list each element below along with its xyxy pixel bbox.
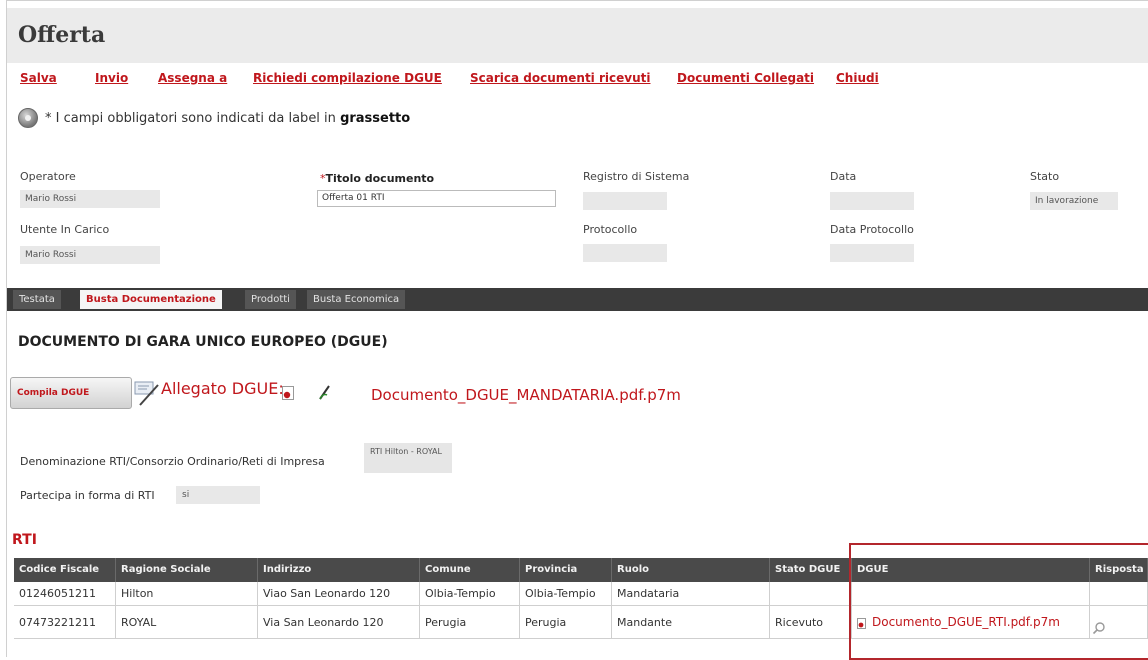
data-protocollo-field bbox=[830, 244, 914, 262]
column-header[interactable]: DGUE bbox=[852, 558, 1090, 582]
info-bold-text: grassetto bbox=[340, 111, 411, 126]
table-cell: Viao San Leonardo 120 bbox=[258, 582, 420, 606]
registro-label: Registro di Sistema bbox=[583, 170, 690, 183]
titolo-label-text: Titolo documento bbox=[325, 172, 435, 185]
table-cell: Hilton bbox=[116, 582, 258, 606]
rti-table: Codice Fiscale Ragione Sociale Indirizzo… bbox=[14, 558, 1148, 654]
compile-dgue-icon[interactable] bbox=[134, 379, 160, 407]
table-cell: Via San Leonardo 120 bbox=[258, 606, 420, 639]
table-cell: Perugia bbox=[520, 606, 612, 639]
pdf-icon[interactable] bbox=[282, 386, 294, 400]
dgue-section-title: DOCUMENTO DI GARA UNICO EUROPEO (DGUE) bbox=[18, 334, 388, 350]
data-label: Data bbox=[830, 170, 857, 183]
column-header[interactable]: Stato DGUE bbox=[770, 558, 852, 582]
column-header[interactable]: Risposta bbox=[1090, 558, 1148, 582]
tab-busta-economica[interactable]: Busta Economica bbox=[307, 290, 406, 309]
column-header[interactable]: Ragione Sociale bbox=[116, 558, 258, 582]
operatore-label: Operatore bbox=[20, 170, 76, 183]
tab-bar: Testata Busta Documentazione Prodotti Bu… bbox=[7, 288, 1148, 311]
partecipa-label: Partecipa in forma di RTI bbox=[20, 489, 155, 502]
download-docs-link[interactable]: Scarica documenti ricevuti bbox=[470, 71, 650, 85]
column-header[interactable]: Provincia bbox=[520, 558, 612, 582]
table-cell: ROYAL bbox=[116, 606, 258, 639]
denominazione-field: RTI Hilton - ROYAL bbox=[364, 443, 452, 473]
table-cell bbox=[1090, 582, 1148, 606]
assign-link[interactable]: Assegna a bbox=[158, 71, 227, 85]
column-header[interactable]: Indirizzo bbox=[258, 558, 420, 582]
protocollo-field bbox=[583, 244, 667, 262]
close-link[interactable]: Chiudi bbox=[836, 71, 879, 85]
dgue-cell: Documento_DGUE_RTI.pdf.p7m bbox=[852, 606, 1090, 639]
table-cell: Mandante bbox=[612, 606, 770, 639]
tab-prodotti[interactable]: Prodotti bbox=[245, 290, 296, 309]
rti-section-title: RTI bbox=[12, 532, 37, 548]
titolo-label: *Titolo documento bbox=[320, 172, 434, 185]
table-cell: Mandataria bbox=[612, 582, 770, 606]
data-protocollo-label: Data Protocollo bbox=[830, 223, 914, 236]
send-link[interactable]: Invio bbox=[95, 71, 128, 85]
info-text: * I campi obbligatori sono indicati da l… bbox=[45, 111, 336, 126]
dgue-rti-link[interactable]: Documento_DGUE_RTI.pdf.p7m bbox=[872, 615, 1060, 629]
column-header[interactable]: Ruolo bbox=[612, 558, 770, 582]
tab-testata[interactable]: Testata bbox=[13, 290, 61, 309]
utente-label: Utente In Carico bbox=[20, 223, 110, 236]
stato-label: Stato bbox=[1030, 170, 1060, 183]
partecipa-field: si bbox=[176, 486, 260, 504]
operatore-field: Mario Rossi bbox=[20, 190, 160, 208]
info-icon bbox=[18, 108, 38, 128]
linked-docs-link[interactable]: Documenti Collegati bbox=[677, 71, 814, 85]
utente-field: Mario Rossi bbox=[20, 246, 160, 264]
compile-dgue-button[interactable]: Compila DGUE bbox=[10, 377, 132, 409]
table-cell: Olbia-Tempio bbox=[420, 582, 520, 606]
pdf-icon[interactable] bbox=[857, 617, 866, 629]
column-header[interactable]: Codice Fiscale bbox=[14, 558, 116, 582]
table-cell: 01246051211 bbox=[14, 582, 116, 606]
titolo-input[interactable]: Offerta 01 RTI bbox=[317, 190, 556, 207]
attachment-label: Allegato DGUE: bbox=[161, 379, 284, 398]
dgue-attachment-link[interactable]: Documento_DGUE_MANDATARIA.pdf.p7m bbox=[371, 386, 681, 404]
title-bar bbox=[7, 8, 1148, 63]
protocollo-label: Protocollo bbox=[583, 223, 638, 236]
search-icon[interactable] bbox=[1092, 621, 1106, 635]
table-cell bbox=[770, 582, 852, 606]
registro-field bbox=[583, 192, 667, 210]
denominazione-label: Denominazione RTI/Consorzio Ordinario/Re… bbox=[20, 455, 325, 468]
table-cell: Ricevuto bbox=[770, 606, 852, 639]
data-field bbox=[830, 192, 914, 210]
request-dgue-link[interactable]: Richiedi compilazione DGUE bbox=[253, 71, 442, 85]
sign-icon[interactable] bbox=[318, 384, 332, 400]
table-cell: Perugia bbox=[420, 606, 520, 639]
page-title: Offerta bbox=[18, 22, 106, 48]
tab-busta-documentazione[interactable]: Busta Documentazione bbox=[80, 290, 222, 309]
table-cell: 07473221211 bbox=[14, 606, 116, 639]
table-cell bbox=[852, 582, 1090, 606]
table-cell: Olbia-Tempio bbox=[520, 582, 612, 606]
save-link[interactable]: Salva bbox=[20, 71, 57, 85]
column-header[interactable]: Comune bbox=[420, 558, 520, 582]
stato-field: In lavorazione bbox=[1030, 192, 1118, 210]
